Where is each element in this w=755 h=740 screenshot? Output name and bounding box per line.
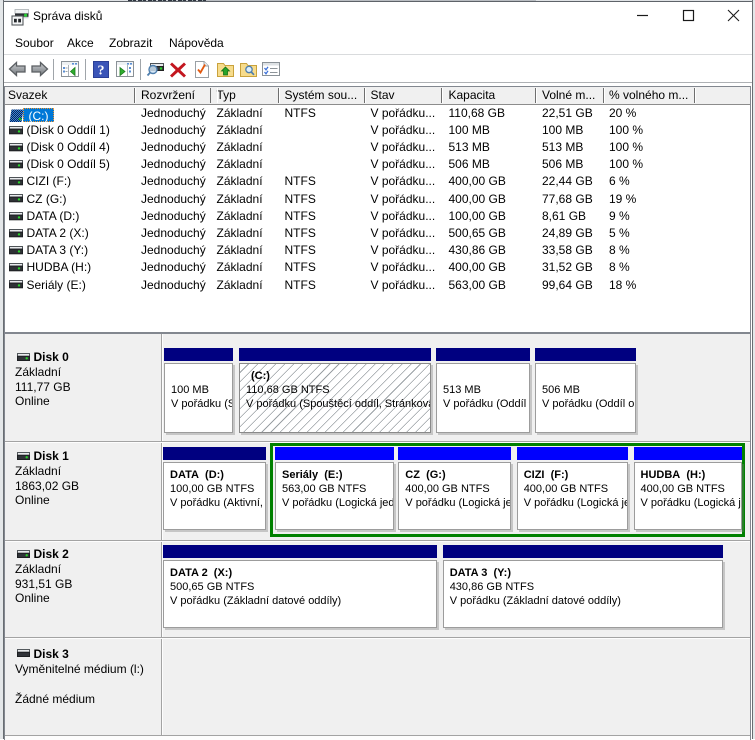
svg-text:?: ? xyxy=(98,64,105,79)
